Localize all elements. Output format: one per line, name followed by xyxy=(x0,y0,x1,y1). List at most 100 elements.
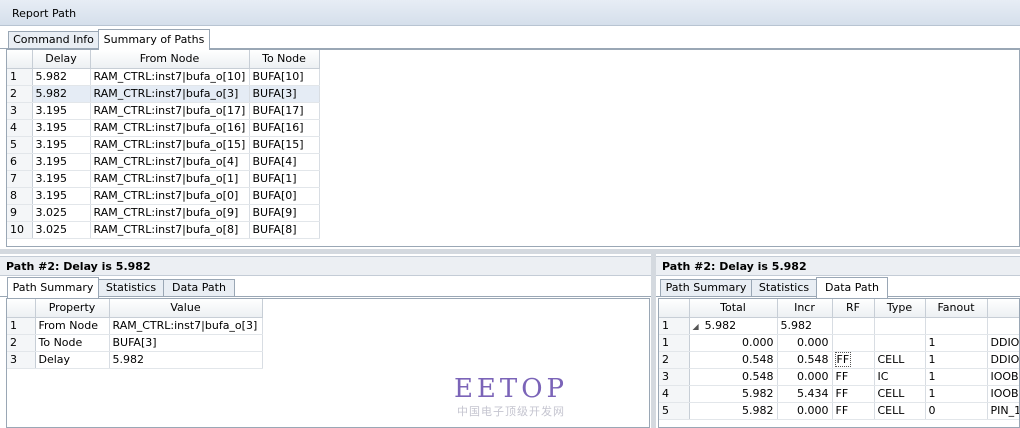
table-row[interactable]: 1 0.000 0.000 1 DDIOC xyxy=(659,334,1019,352)
total-value: 5.982 xyxy=(704,319,737,332)
window-title: Report Path xyxy=(12,7,77,20)
row-index: 1 xyxy=(7,68,33,86)
tab-command-info[interactable]: Command Info xyxy=(8,31,99,49)
column-header-value[interactable]: Value xyxy=(109,299,263,318)
delay-cell: 3.025 xyxy=(32,221,91,239)
delay-cell: 3.195 xyxy=(32,136,91,154)
table-row[interactable]: 4 3.195 RAM_CTRL:inst7|bufa_o[16] BUFA[16] xyxy=(7,119,320,137)
column-header-rf[interactable]: RF xyxy=(832,299,875,318)
tab-data-path[interactable]: Data Path xyxy=(816,277,888,298)
data-path-table: Total Incr RF Type Fanout 1 ◢ 5.982 5.982… xyxy=(659,299,1019,420)
location-cell: IOOBU xyxy=(987,368,1019,386)
table-row[interactable]: 3 Delay 5.982 xyxy=(7,351,263,369)
column-header-total[interactable]: Total xyxy=(689,299,778,318)
table-row[interactable]: 2 0.548 0.548 FF CELL 1 DDIOC xyxy=(659,351,1019,369)
to-node-cell: BUFA[17] xyxy=(249,102,320,120)
table-row[interactable]: 2 5.982 RAM_CTRL:inst7|bufa_o[3] BUFA[3] xyxy=(7,85,320,103)
table-row[interactable]: 5 5.982 0.000 FF CELL 0 PIN_1( xyxy=(659,402,1019,420)
watermark-sub-text: 中国电子顶级开发网 xyxy=(457,405,565,418)
row-index: 3 xyxy=(7,102,33,120)
column-header-to-node[interactable]: To Node xyxy=(249,50,320,69)
tab-path-summary[interactable]: Path Summary xyxy=(660,279,752,297)
column-header-property[interactable]: Property xyxy=(35,299,110,318)
table-header-row: Property Value xyxy=(7,299,263,318)
delay-cell: 3.195 xyxy=(32,102,91,120)
row-index: 2 xyxy=(7,334,36,352)
table-row[interactable]: 7 3.195 RAM_CTRL:inst7|bufa_o[1] BUFA[1] xyxy=(7,170,320,188)
row-index: 7 xyxy=(7,170,33,188)
column-header-type[interactable]: Type xyxy=(874,299,926,318)
column-header-index[interactable] xyxy=(7,50,33,69)
left-pane-header: Path #2: Delay is 5.982 xyxy=(0,256,651,276)
total-cell: 5.982 xyxy=(689,385,778,403)
row-index: 2 xyxy=(659,351,690,369)
column-header-index[interactable] xyxy=(659,299,690,318)
delay-cell: 5.982 xyxy=(32,85,91,103)
table-row[interactable]: 1 ◢ 5.982 5.982 xyxy=(659,317,1019,335)
from-node-cell: RAM_CTRL:inst7|bufa_o[15] xyxy=(90,136,250,154)
top-tabstrip: Command Info Summary of Paths xyxy=(0,29,1020,50)
delay-cell: 3.195 xyxy=(32,153,91,171)
to-node-cell: BUFA[1] xyxy=(249,170,320,188)
row-index: 8 xyxy=(7,187,33,205)
total-cell: 5.982 xyxy=(689,402,778,420)
table-row[interactable]: 3 0.548 0.000 FF IC 1 IOOBU xyxy=(659,368,1019,386)
column-header-index[interactable] xyxy=(7,299,36,318)
to-node-cell: BUFA[3] xyxy=(249,85,320,103)
table-row[interactable]: 4 5.982 5.434 FF CELL 1 IOOBU xyxy=(659,385,1019,403)
data-path-panel: Total Incr RF Type Fanout 1 ◢ 5.982 5.982… xyxy=(658,298,1020,428)
row-index: 4 xyxy=(659,385,690,403)
column-header-fanout[interactable]: Fanout xyxy=(925,299,988,318)
tab-statistics[interactable]: Statistics xyxy=(751,279,817,297)
from-node-cell: RAM_CTRL:inst7|bufa_o[3] xyxy=(90,85,250,103)
rf-cell xyxy=(832,334,875,352)
column-header-delay[interactable]: Delay xyxy=(32,50,91,69)
tab-statistics[interactable]: Statistics xyxy=(98,279,164,297)
table-row[interactable]: 6 3.195 RAM_CTRL:inst7|bufa_o[4] BUFA[4] xyxy=(7,153,320,171)
type-cell: CELL xyxy=(874,385,926,403)
path-summary-table: Property Value 1 From Node RAM_CTRL:inst7|… xyxy=(7,299,263,369)
incr-cell: 0.000 xyxy=(777,334,833,352)
watermark-logo: EETOP 中国电子顶级开发网 xyxy=(446,375,576,419)
to-node-cell: BUFA[15] xyxy=(249,136,320,154)
from-node-cell: RAM_CTRL:inst7|bufa_o[17] xyxy=(90,102,250,120)
column-header-from-node[interactable]: From Node xyxy=(90,50,250,69)
column-header-location[interactable] xyxy=(987,299,1019,318)
value-cell: BUFA[3] xyxy=(109,334,263,352)
table-row[interactable]: 1 5.982 RAM_CTRL:inst7|bufa_o[10] BUFA[10] xyxy=(7,68,320,86)
horizontal-splitter[interactable] xyxy=(0,249,1020,254)
row-index: 9 xyxy=(7,204,33,222)
table-row[interactable]: 5 3.195 RAM_CTRL:inst7|bufa_o[15] BUFA[15] xyxy=(7,136,320,154)
column-header-incr[interactable]: Incr xyxy=(777,299,833,318)
row-index: 1 xyxy=(659,317,690,335)
summary-paths-table: Delay From Node To Node 1 5.982 RAM_CTRL:i… xyxy=(7,50,320,239)
table-row[interactable]: 1 From Node RAM_CTRL:inst7|bufa_o[3] xyxy=(7,317,263,335)
rf-cell: FF xyxy=(832,351,875,369)
type-cell: CELL xyxy=(874,402,926,420)
table-header-row: Total Incr RF Type Fanout xyxy=(659,299,1019,318)
tab-summary-of-paths[interactable]: Summary of Paths xyxy=(98,29,210,50)
total-cell: 0.548 xyxy=(689,351,778,369)
to-node-cell: BUFA[9] xyxy=(249,204,320,222)
incr-cell: 0.000 xyxy=(777,402,833,420)
table-row[interactable]: 8 3.195 RAM_CTRL:inst7|bufa_o[0] BUFA[0] xyxy=(7,187,320,205)
table-row[interactable]: 9 3.025 RAM_CTRL:inst7|bufa_o[9] BUFA[9] xyxy=(7,204,320,222)
location-cell: IOOBU xyxy=(987,385,1019,403)
tab-path-summary[interactable]: Path Summary xyxy=(7,277,99,298)
rf-value-focused[interactable]: FF xyxy=(834,352,852,367)
property-cell: To Node xyxy=(35,334,110,352)
location-cell: PIN_1( xyxy=(987,402,1019,420)
total-cell: 0.548 xyxy=(689,368,778,386)
rf-cell: FF xyxy=(832,368,875,386)
tab-data-path[interactable]: Data Path xyxy=(163,279,235,297)
window-titlebar: Report Path xyxy=(0,0,1020,26)
table-row[interactable]: 2 To Node BUFA[3] xyxy=(7,334,263,352)
total-cell: 0.000 xyxy=(689,334,778,352)
table-row[interactable]: 10 3.025 RAM_CTRL:inst7|bufa_o[8] BUFA[8] xyxy=(7,221,320,239)
collapse-triangle-icon[interactable]: ◢ xyxy=(693,322,699,331)
table-row[interactable]: 3 3.195 RAM_CTRL:inst7|bufa_o[17] BUFA[17] xyxy=(7,102,320,120)
watermark-main-text: EETOP xyxy=(453,374,569,404)
value-cell: RAM_CTRL:inst7|bufa_o[3] xyxy=(109,317,263,335)
left-pane-tabstrip: Path Summary Statistics Data Path xyxy=(0,277,651,298)
from-node-cell: RAM_CTRL:inst7|bufa_o[16] xyxy=(90,119,250,137)
